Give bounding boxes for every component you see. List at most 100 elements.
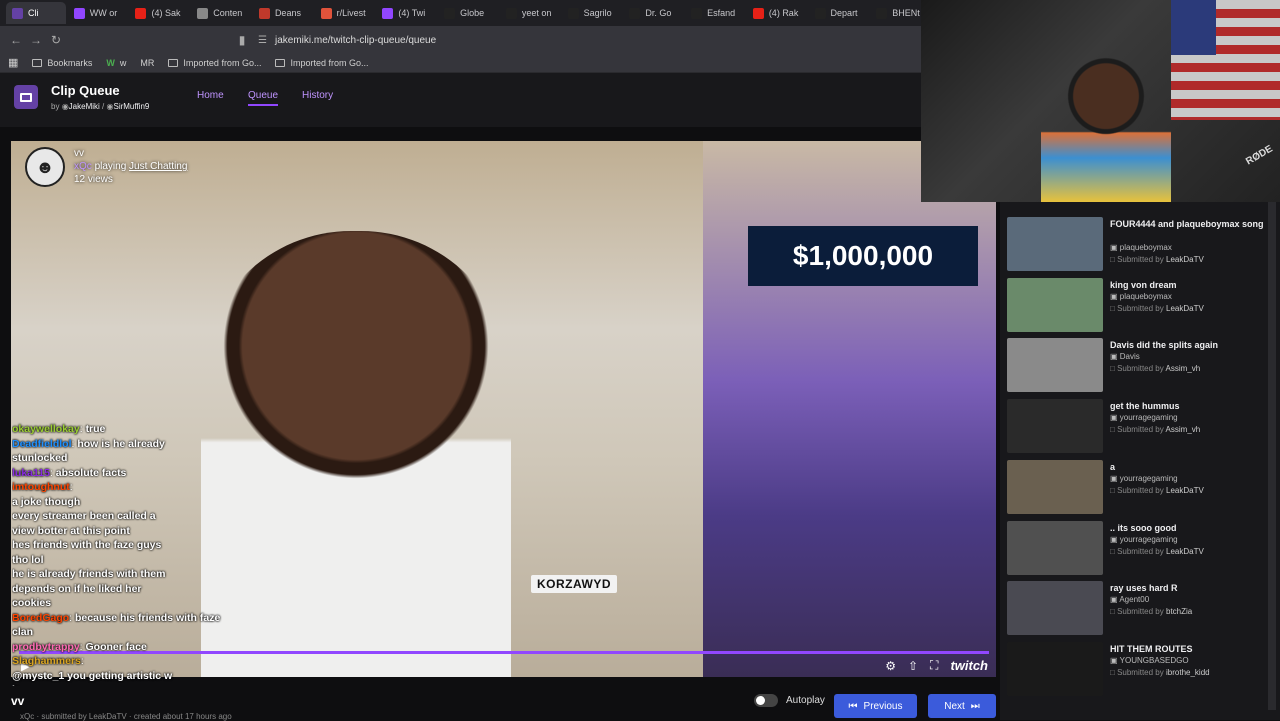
back-icon[interactable]: ← [6,33,26,47]
previous-icon: ⏮ [848,700,858,712]
queue-item-submitter: □ Submitted by LeakDaTV [1110,255,1204,264]
clip-queue-list: FOUR4444 and plaqueboymax song ▣ plaquebo… [1000,200,1280,720]
tab-label: Deans [274,8,301,18]
chat-username[interactable]: Slaghammers [12,655,81,667]
queue-scrollbar[interactable] [1268,200,1276,710]
bookmark-imported-1[interactable]: Imported from Go... [168,58,261,68]
browser-tab[interactable]: Depart [809,2,869,24]
chat-message: hes friends with the faze guys [12,538,267,553]
chat-username[interactable]: luka115 [12,467,50,479]
next-button[interactable]: Next ⏭ [928,694,996,718]
video-frame-right: $1,000,000 [703,141,996,677]
browser-tab[interactable]: r/Livest [315,2,375,24]
flag-backdrop [1171,0,1280,120]
clip-title: vv [11,694,25,708]
chat-username[interactable]: Deadfieldlol [12,438,72,450]
queue-item-channel: ▣ Davis [1110,352,1140,362]
clip-title-overlay: vv [74,148,84,159]
queue-item-title: FOUR4444 and plaqueboymax song [1110,219,1264,229]
chat-username[interactable]: BoredGago [12,612,69,624]
bookmark-w[interactable]: Ww [106,58,126,68]
submitter-icon: □ [1110,546,1118,556]
queue-item-submitter: □ Submitted by Assim_vh [1110,425,1201,435]
tab-favicon-icon [135,7,147,19]
browser-tab[interactable]: Esfand [685,2,745,24]
queue-thumbnail[interactable] [1007,399,1103,454]
queue-item-channel: ▣ YOUNGBASEDGO [1110,655,1189,665]
chat-username[interactable]: imtoughnut [12,481,70,493]
chat-username[interactable]: okaywellokay [12,423,80,435]
forward-icon[interactable]: → [26,33,46,47]
browser-tab[interactable]: Deans [253,2,313,24]
chat-overlay: okaywellokay: true Deadfieldlol: how is h… [12,422,267,698]
chat-text: cookies [12,597,52,609]
clip-queue-logo-icon[interactable] [14,85,38,109]
reload-icon[interactable]: ↻ [46,33,66,47]
nav-home[interactable]: Home [197,90,224,101]
channel-name[interactable]: xQc [74,161,92,172]
queue-thumbnail[interactable] [1007,520,1103,575]
channel-icon: ▣ [1110,291,1120,301]
browser-tab[interactable]: Conten [191,2,251,24]
tab-label: Depart [830,8,858,18]
channel-avatar[interactable]: ☻ [25,147,65,187]
bookmark-icon[interactable]: ▮ [232,33,252,47]
w-icon: W [106,57,115,68]
chat-message: every streamer been called a [12,509,267,524]
tab-label: Globe [460,8,485,18]
share-icon[interactable]: ⇧ [908,659,918,673]
queue-item[interactable]: Davis did the splits again ▣ Davis □ Submi… [1007,338,1277,396]
video-caption: KORZAWYD [531,575,617,593]
bookmark-mr[interactable]: MR [140,58,154,68]
autoplay-toggle[interactable] [754,694,778,707]
author-link-jakemiki[interactable]: JakeMiki [69,102,100,111]
browser-tab[interactable]: Cli [6,2,66,24]
apps-icon[interactable]: ▦ [8,56,18,69]
game-link[interactable]: Just Chatting [129,161,187,172]
queue-thumbnail[interactable] [1007,338,1103,393]
queue-item[interactable]: FOUR4444 and plaqueboymax song ▣ plaquebo… [1007,217,1277,275]
browser-tab[interactable]: Dr. Go [623,2,683,24]
nav-queue[interactable]: Queue [248,90,279,106]
url-field[interactable]: ☰ jakemiki.me/twitch-clip-queue/queue [258,31,908,49]
author-link-sirmuffin9[interactable]: SirMuffin9 [113,102,149,111]
tab-favicon-icon [197,7,209,19]
queue-thumbnail[interactable] [1007,641,1103,696]
submitter-icon: □ [1110,667,1118,677]
tab-favicon-icon [382,7,394,19]
queue-thumbnail[interactable] [1007,459,1103,514]
tab-label: (4) Twi [398,8,426,18]
chat-text: view botter at this point [12,524,130,537]
view-count: 12 views [74,174,113,185]
chat-message: imtoughnut: [12,481,73,493]
bookmark-imported-2[interactable]: Imported from Go... [275,58,368,68]
queue-item[interactable]: a ▣ yourragegaming □ Submitted by LeakDaTV [1007,459,1277,518]
bookmark-bookmarks[interactable]: Bookmarks [32,58,92,68]
queue-item-submitter: □ Submitted by ibrothe_kidd [1110,667,1210,677]
queue-item[interactable]: ray uses hard R ▣ Agent00 □ Submitted by b… [1007,581,1277,639]
browser-tab[interactable]: WW or [68,2,128,24]
tab-label: Dr. Go [645,8,672,18]
browser-tab[interactable]: (4) Sak [129,2,189,24]
browser-tab[interactable]: yeet on [500,2,560,24]
chat-username[interactable]: prodbytrappy [12,641,80,653]
queue-thumbnail[interactable] [1007,277,1103,332]
queue-thumbnail[interactable] [1007,581,1103,636]
tab-label: r/Livest [336,8,366,18]
twitch-logo[interactable]: twitch [950,658,988,673]
queue-thumbnail[interactable] [1007,217,1103,271]
fullscreen-icon[interactable]: ⛶ [930,658,938,673]
browser-tab[interactable]: (4) Rak [747,2,807,24]
browser-tab[interactable]: Globe [438,2,498,24]
queue-item[interactable]: king von dream ▣ plaqueboymax □ Submitted … [1007,277,1277,336]
queue-item[interactable]: .. its sooo good ▣ yourragegaming □ Submit… [1007,520,1277,579]
tab-favicon-icon [752,7,764,19]
site-info-icon[interactable]: ☰ [258,35,267,46]
browser-tab[interactable]: Sagrilo [562,2,622,24]
nav-history[interactable]: History [302,90,333,101]
settings-icon[interactable]: ⚙ [885,659,896,673]
browser-tab[interactable]: (4) Twi [376,2,436,24]
queue-item[interactable]: HIT THEM ROUTES ▣ YOUNGBASEDGO □ Submitted… [1007,641,1277,700]
queue-item[interactable]: get the hummus ▣ yourragegaming □ Submitte… [1007,399,1277,457]
previous-button[interactable]: ⏮ Previous [834,694,917,718]
